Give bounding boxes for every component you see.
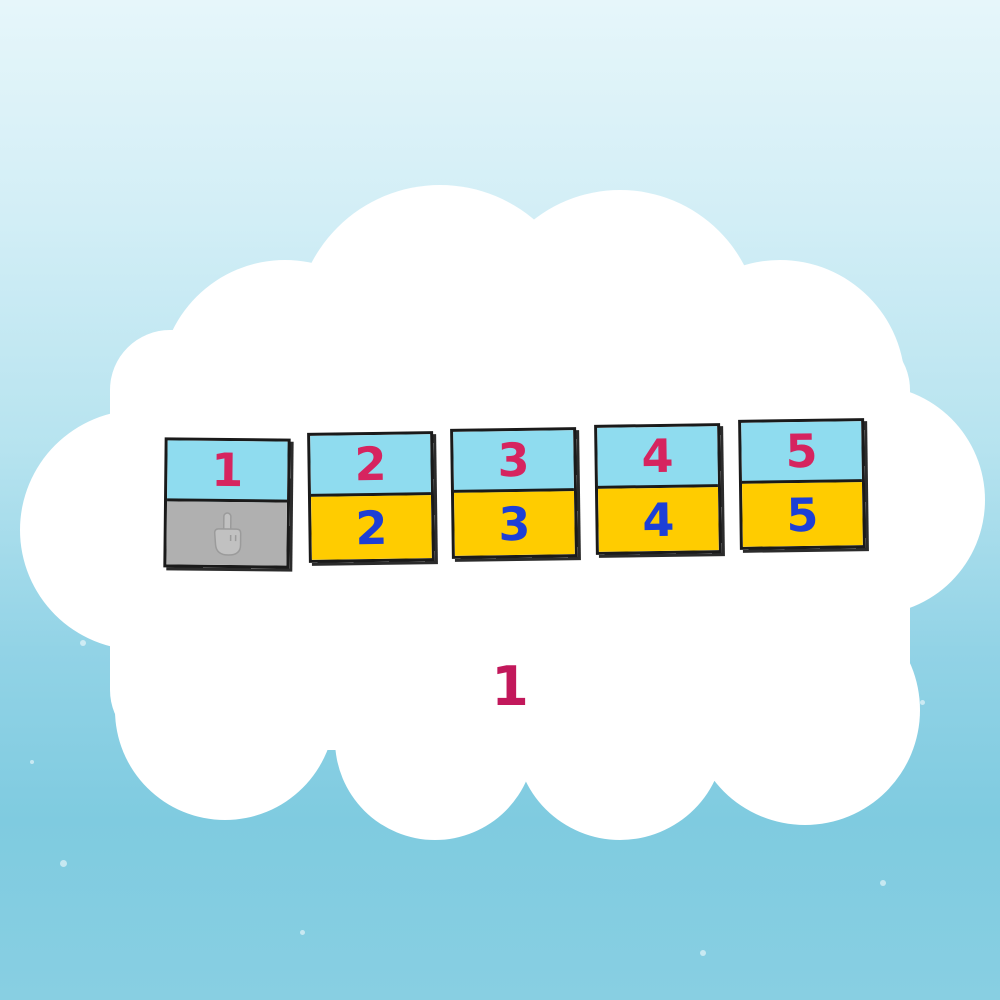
top-number: 5 [785,423,818,479]
bottom-number: 5 [786,487,819,542]
answer-number: 1 [491,655,529,718]
pointing-finger-icon [213,511,242,556]
top-number: 1 [211,442,244,498]
card-top: 5 [741,421,862,484]
number-card-5[interactable]: 5 5 [738,418,866,550]
number-card-1[interactable]: 1 [163,437,291,569]
card-bottom: 5 [741,482,863,547]
card-top: 2 [310,434,431,497]
top-number: 2 [354,436,387,492]
card-top: 1 [167,440,288,503]
number-card-4[interactable]: 4 4 [594,423,722,555]
number-card-3[interactable]: 3 3 [450,427,578,559]
card-top: 4 [597,426,718,489]
card-bottom: 4 [597,487,719,552]
card-bottom: 3 [453,491,575,556]
card-top: 3 [453,430,574,493]
top-number: 3 [497,432,530,488]
empty-answer-slot[interactable] [166,501,288,566]
top-number: 4 [641,428,674,484]
card-bottom: 2 [310,495,432,560]
bottom-number: 2 [355,500,388,555]
bottom-number: 3 [498,496,531,551]
number-card-2[interactable]: 2 2 [307,431,435,563]
bottom-number: 4 [642,492,675,547]
